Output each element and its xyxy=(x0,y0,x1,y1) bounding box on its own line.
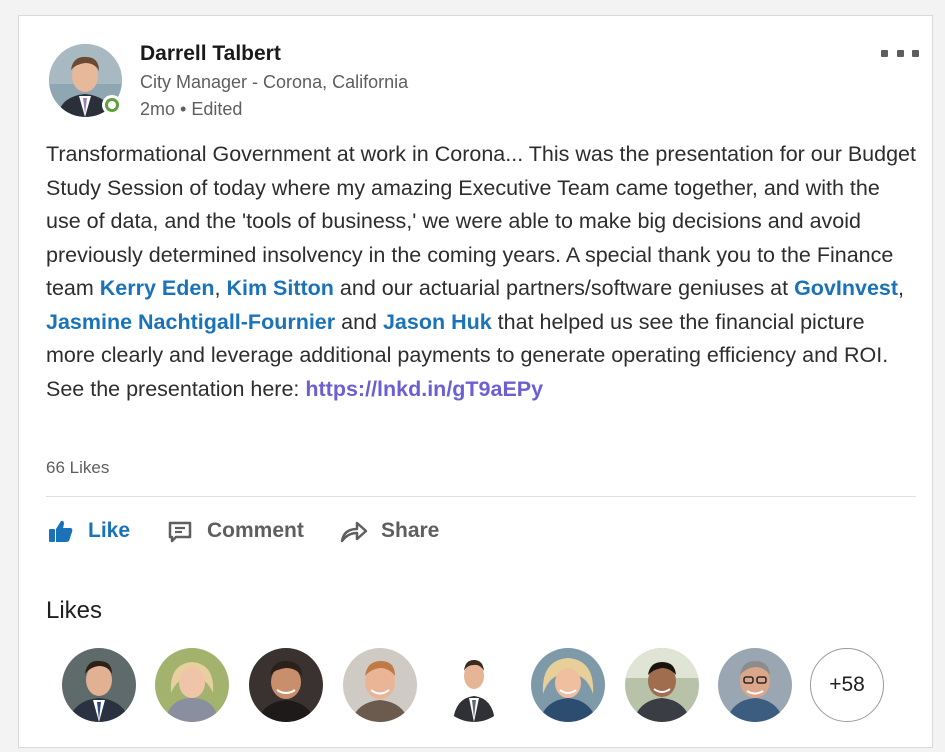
liker-avatar[interactable] xyxy=(155,648,229,722)
online-status-indicator xyxy=(102,95,122,115)
share-button[interactable]: Share xyxy=(339,516,439,546)
liker-avatar[interactable] xyxy=(249,648,323,722)
mention-jasmine-nachtigall-fournier[interactable]: Jasmine Nachtigall-Fournier xyxy=(46,310,335,334)
liker-avatar[interactable] xyxy=(625,648,699,722)
more-horizontal-icon[interactable] xyxy=(881,44,919,62)
more-likers-button[interactable]: +58 xyxy=(810,648,884,722)
comment-icon xyxy=(165,516,195,546)
author-name[interactable]: Darrell Talbert xyxy=(140,41,281,67)
online-dot-icon xyxy=(105,98,119,112)
comment-label: Comment xyxy=(207,519,304,542)
mention-govinvest[interactable]: GovInvest xyxy=(794,276,898,300)
liker-avatar[interactable] xyxy=(531,648,605,722)
mention-jason-huk[interactable]: Jason Huk xyxy=(383,310,492,334)
post-text-segment: and our actuarial partners/software geni… xyxy=(333,276,795,300)
share-label: Share xyxy=(381,519,440,542)
like-label: Like xyxy=(88,519,131,542)
like-button[interactable]: Like xyxy=(46,516,130,546)
liker-avatar[interactable] xyxy=(343,648,417,722)
mention-kim-sitton[interactable]: Kim Sitton xyxy=(226,276,334,300)
comment-button[interactable]: Comment xyxy=(165,516,304,546)
post-text-segment: and xyxy=(335,309,383,334)
divider xyxy=(46,496,916,497)
post-timestamp: 2mo • Edited xyxy=(140,99,243,119)
share-arrow-icon xyxy=(339,516,369,546)
likes-count[interactable]: 66 Likes xyxy=(46,457,109,479)
post-card: Darrell Talbert City Manager - Corona, C… xyxy=(18,15,933,748)
mention-kerry-eden[interactable]: Kerry Eden xyxy=(100,276,215,300)
likes-section-heading: Likes xyxy=(46,597,103,624)
thumbs-up-icon xyxy=(46,516,76,546)
liker-avatar[interactable] xyxy=(437,648,511,722)
presentation-link[interactable]: https://lnkd.in/gT9aEPy xyxy=(305,377,543,401)
liker-avatar[interactable] xyxy=(718,648,792,722)
liker-avatar[interactable] xyxy=(62,648,136,722)
post-text-segment: , xyxy=(214,276,227,300)
post-text-segment: , xyxy=(898,276,905,300)
post-text: Transformational Government at work in C… xyxy=(46,138,916,406)
author-headline: City Manager - Corona, California xyxy=(140,72,409,92)
